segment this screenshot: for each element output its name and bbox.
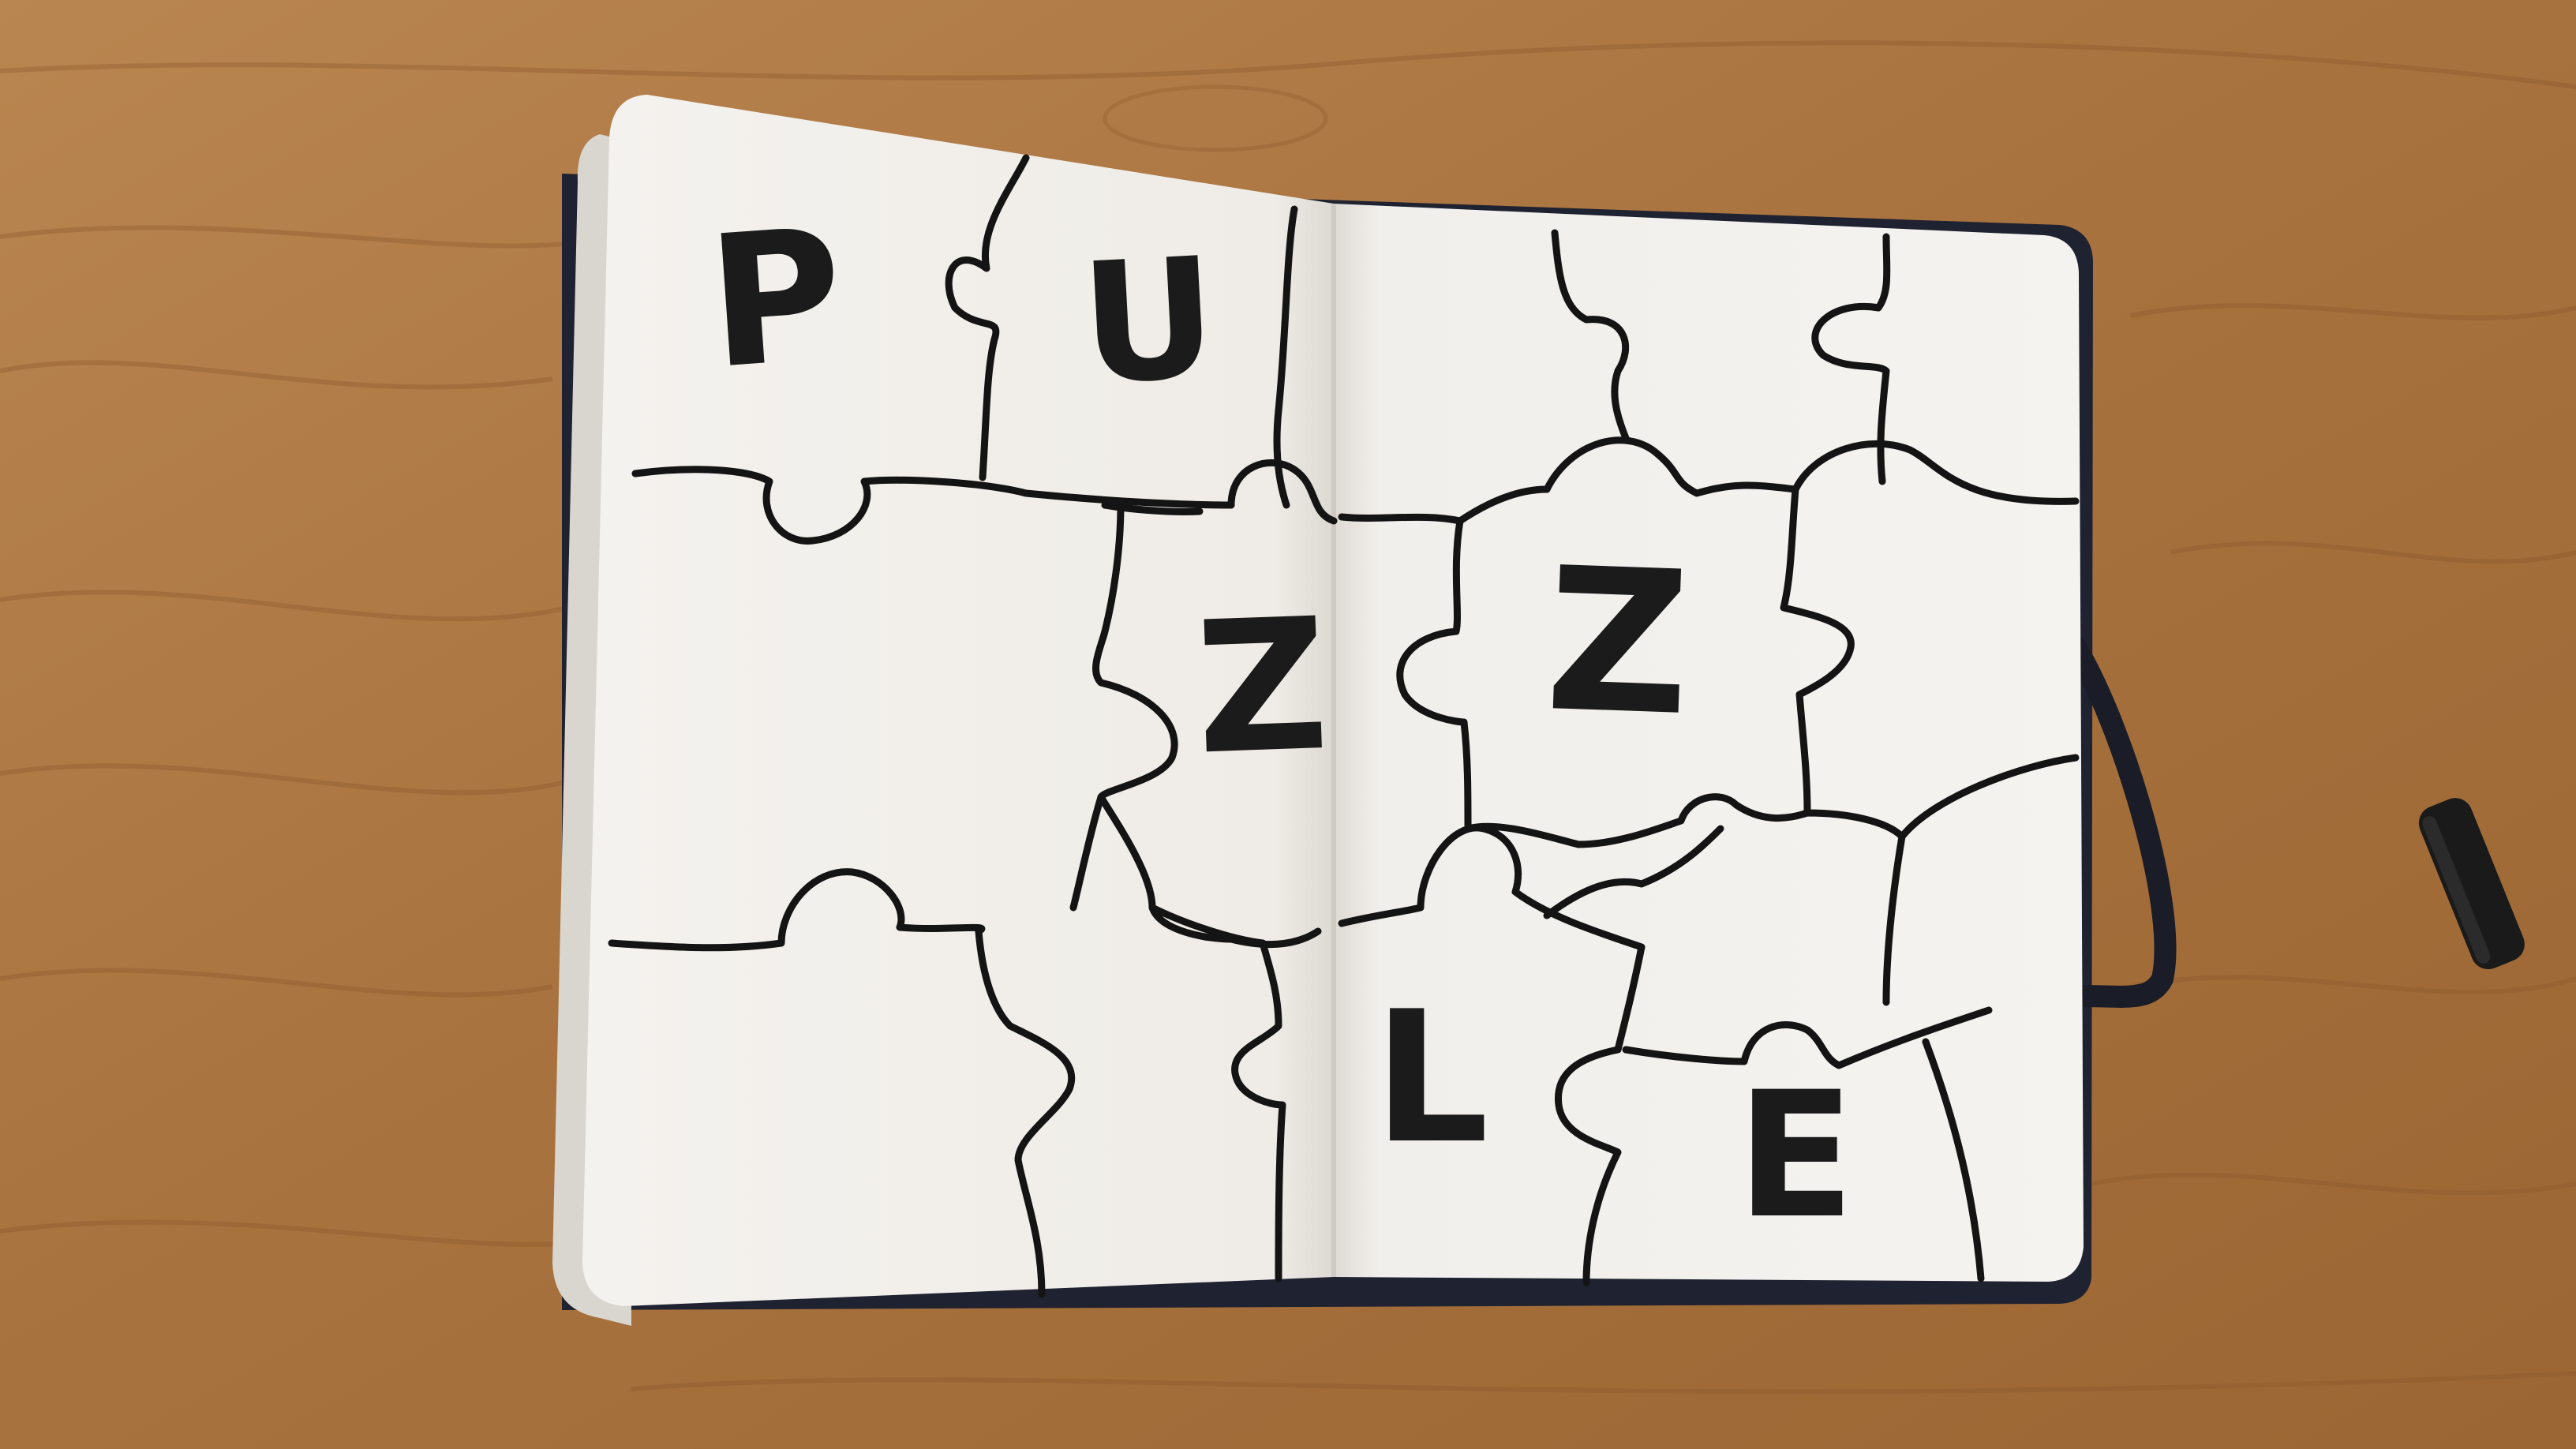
letter-z-right: Z: [1543, 525, 1694, 759]
letter-e: E: [1736, 1054, 1855, 1256]
scene-svg: P U Z Z L E: [0, 0, 2576, 1449]
letter-z-left: Z: [1193, 580, 1331, 796]
photo-scene: P U Z Z L E: [0, 0, 2576, 1449]
letter-u: U: [1076, 221, 1221, 421]
letter-p: P: [702, 190, 850, 410]
letter-l: L: [1373, 973, 1489, 1184]
